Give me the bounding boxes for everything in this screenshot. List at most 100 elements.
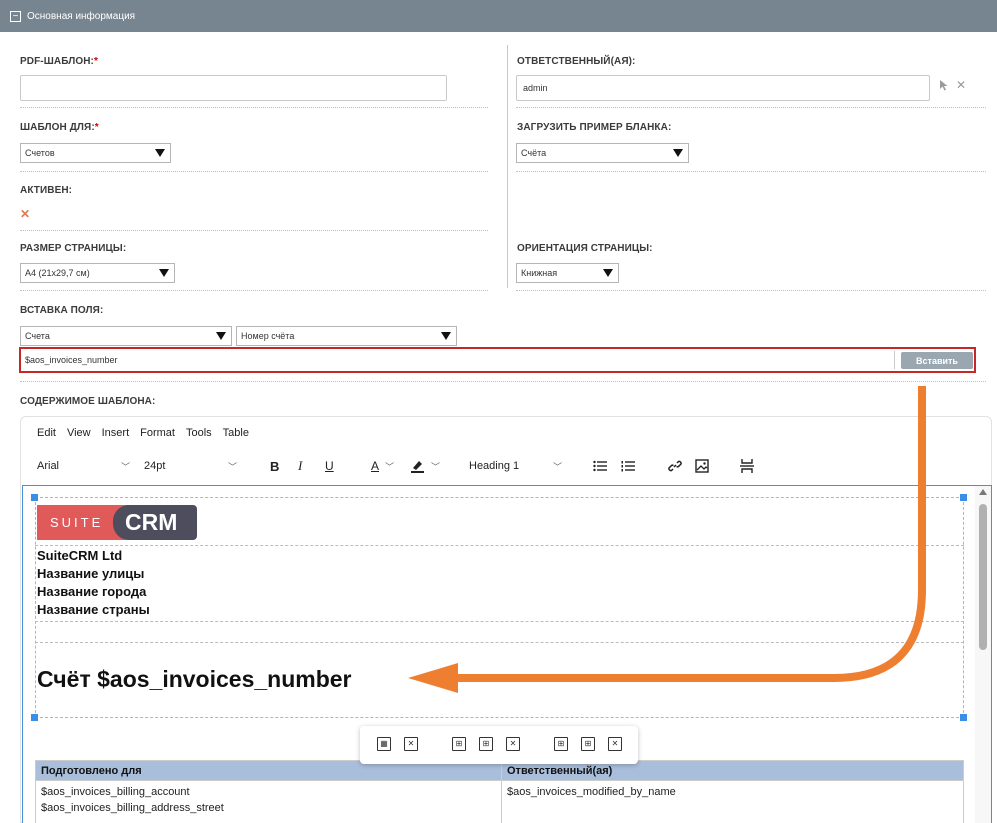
bold-button[interactable]: B xyxy=(270,456,279,476)
menu-view[interactable]: View xyxy=(67,427,91,439)
chevron-down-icon xyxy=(216,332,226,340)
template-for-label: ШАБЛОН ДЛЯ:* xyxy=(20,122,99,133)
menu-insert[interactable]: Insert xyxy=(102,427,130,439)
cell-prepared-for[interactable]: $aos_invoices_billing_account $aos_invoi… xyxy=(35,780,502,823)
resize-handle-tl[interactable] xyxy=(31,494,38,501)
resize-handle-tr[interactable] xyxy=(960,494,967,501)
orientation-select[interactable]: Книжная xyxy=(516,263,619,283)
insert-button[interactable]: Вставить xyxy=(901,352,973,369)
template-for-value: Счетов xyxy=(25,148,55,158)
city-name: Название города xyxy=(37,584,147,599)
orientation-label: ОРИЕНТАЦИЯ СТРАНИЦЫ: xyxy=(517,243,653,254)
responsible-input[interactable]: admin xyxy=(516,75,930,101)
cell-border xyxy=(35,621,964,622)
delete-row-icon[interactable]: ✕ xyxy=(506,737,520,751)
divider xyxy=(516,290,986,291)
chevron-down-icon: ﹀ xyxy=(385,461,395,472)
font-size-value: 24pt xyxy=(144,460,166,472)
cell-border xyxy=(35,545,964,546)
italic-button[interactable]: I xyxy=(298,456,302,476)
country-name: Название страны xyxy=(37,602,150,617)
prepared-for-table: Подготовлено для Ответственный(ая) $aos_… xyxy=(35,760,964,823)
divider xyxy=(20,290,488,291)
scroll-up-icon[interactable] xyxy=(979,489,987,495)
clear-user-icon[interactable]: ✕ xyxy=(956,78,966,92)
text-color-button[interactable]: A ﹀ xyxy=(371,456,394,476)
editor-content[interactable]: SUITE CRM SuiteCRM Ltd Название улицы На… xyxy=(22,485,992,823)
page-size-value: A4 (21x29,7 см) xyxy=(25,268,90,278)
numbered-list-button[interactable] xyxy=(621,456,635,476)
menu-format[interactable]: Format xyxy=(140,427,175,439)
insert-variable-input[interactable]: $aos_invoices_number xyxy=(25,355,118,365)
divider xyxy=(20,107,488,108)
resize-handle-bl[interactable] xyxy=(31,714,38,721)
chevron-down-icon: ﹀ xyxy=(553,461,563,472)
chevron-down-icon xyxy=(159,269,169,277)
insert-row-before-icon[interactable]: ⊞ xyxy=(452,737,466,751)
bullet-list-button[interactable] xyxy=(593,456,607,476)
resize-handle-br[interactable] xyxy=(960,714,967,721)
panel-header[interactable]: − Основная информация xyxy=(0,0,997,32)
chevron-down-icon xyxy=(155,149,165,157)
divider xyxy=(516,107,986,108)
text-color-icon: A xyxy=(371,459,380,473)
page-break-button[interactable] xyxy=(740,456,754,476)
active-checkbox[interactable]: ✕ xyxy=(20,208,32,220)
insert-field-select[interactable]: Номер счёта xyxy=(236,326,457,346)
cell-responsible[interactable]: $aos_invoices_modified_by_name xyxy=(501,780,964,823)
chevron-down-icon xyxy=(603,269,613,277)
link-button[interactable] xyxy=(668,456,682,476)
invoice-title: Счёт $aos_invoices_number xyxy=(37,666,352,692)
delete-table-icon[interactable]: ✕ xyxy=(404,737,418,751)
image-button[interactable] xyxy=(695,456,709,476)
link-icon xyxy=(668,460,682,472)
insert-module-select[interactable]: Счета xyxy=(20,326,232,346)
template-content-label: СОДЕРЖИМОЕ ШАБЛОНА: xyxy=(20,396,156,407)
select-user-icon[interactable] xyxy=(939,79,949,94)
scroll-thumb[interactable] xyxy=(979,504,987,650)
insert-row-after-icon[interactable]: ⊞ xyxy=(479,737,493,751)
load-sample-value: Счёта xyxy=(521,148,547,158)
menu-table[interactable]: Table xyxy=(223,427,249,439)
delete-column-icon[interactable]: ✕ xyxy=(608,737,622,751)
chevron-down-icon xyxy=(441,332,451,340)
billing-account-var: $aos_invoices_billing_account xyxy=(41,786,190,798)
row-divider xyxy=(894,351,895,369)
table-context-toolbar: ▦ ✕ ⊞ ⊞ ✕ ⊞ ⊞ ✕ xyxy=(360,726,638,764)
page-size-select[interactable]: A4 (21x29,7 см) xyxy=(20,263,175,283)
font-family-value: Arial xyxy=(37,460,60,472)
load-sample-select[interactable]: Счёта xyxy=(516,143,689,163)
template-for-select[interactable]: Счетов xyxy=(20,143,171,163)
numbered-list-icon xyxy=(621,461,635,472)
insert-column-after-icon[interactable]: ⊞ xyxy=(581,737,595,751)
chevron-down-icon xyxy=(673,149,683,157)
block-format-select[interactable]: Heading 1 ﹀ xyxy=(469,456,565,476)
table-properties-icon[interactable]: ▦ xyxy=(377,737,391,751)
collapse-toggle-icon[interactable]: − xyxy=(10,10,21,22)
insert-field-label: ВСТАВКА ПОЛЯ: xyxy=(20,305,104,316)
column-divider xyxy=(507,45,508,288)
underline-button[interactable]: U xyxy=(325,456,334,476)
page-size-label: РАЗМЕР СТРАНИЦЫ: xyxy=(20,243,127,254)
divider xyxy=(516,171,986,172)
orientation-value: Книжная xyxy=(521,268,558,278)
insert-column-before-icon[interactable]: ⊞ xyxy=(554,737,568,751)
divider xyxy=(20,230,488,231)
chevron-down-icon: ﹀ xyxy=(121,461,131,472)
highlighter-icon xyxy=(411,461,424,473)
insert-variable-row: $aos_invoices_number Вставить xyxy=(19,347,976,373)
highlight-color-button[interactable]: ﹀ xyxy=(410,456,440,476)
menu-edit[interactable]: Edit xyxy=(37,427,56,439)
pdf-template-input[interactable] xyxy=(20,75,447,101)
font-family-select[interactable]: Arial ﹀ xyxy=(37,456,133,476)
editor-menubar: Edit View Insert Format Tools Table xyxy=(37,427,249,439)
image-icon xyxy=(695,459,709,473)
menu-tools[interactable]: Tools xyxy=(186,427,212,439)
responsible-label: ОТВЕТСТВЕННЫЙ(АЯ): xyxy=(517,56,636,67)
cell-border xyxy=(35,642,964,643)
scrollbar[interactable] xyxy=(975,486,991,823)
insert-field-value: Номер счёта xyxy=(241,331,295,341)
billing-street-var: $aos_invoices_billing_address_street xyxy=(41,802,224,814)
font-size-select[interactable]: 24pt ﹀ xyxy=(144,456,240,476)
block-format-value: Heading 1 xyxy=(469,460,520,472)
